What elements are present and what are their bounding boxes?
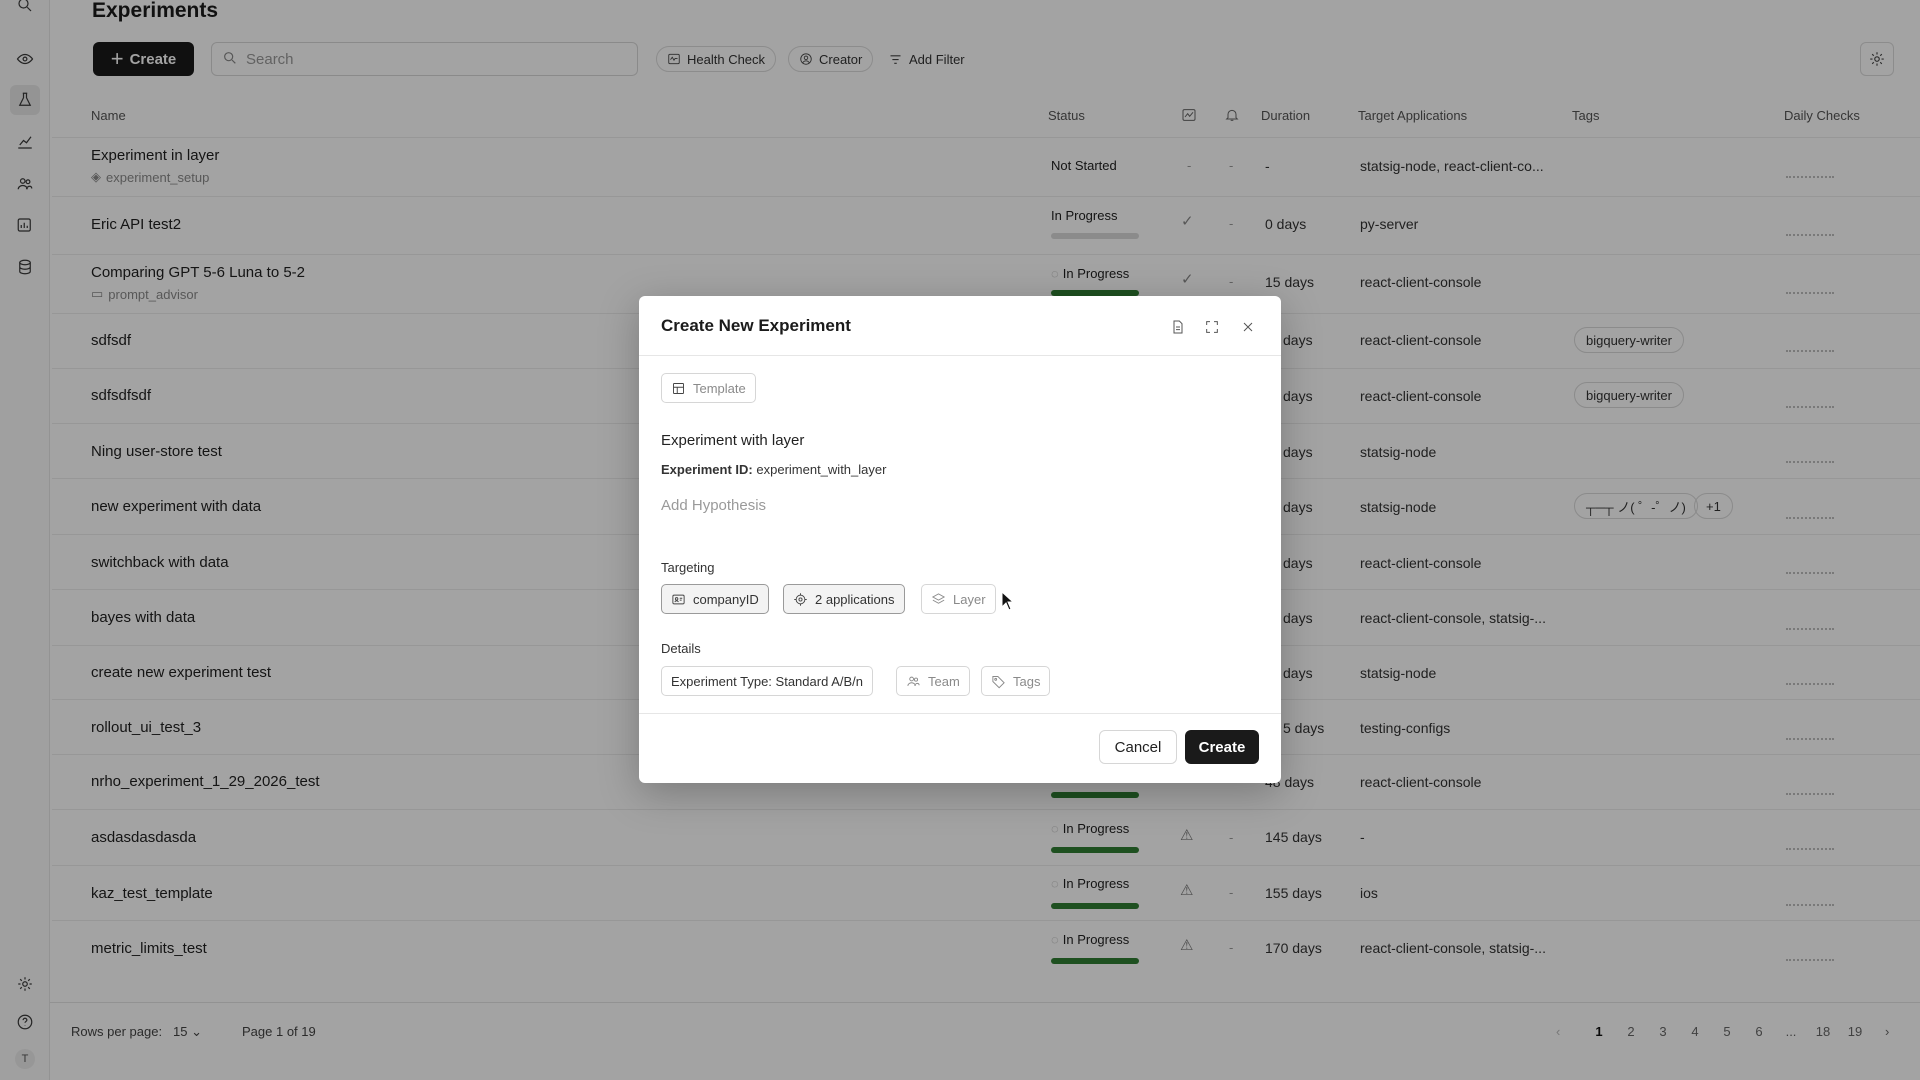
expand-icon[interactable] (1201, 316, 1223, 338)
tags-button[interactable]: Tags (981, 666, 1051, 696)
hypothesis-input[interactable]: Add Hypothesis (661, 497, 766, 514)
experiment-id: Experiment ID: experiment_with_layer (661, 462, 887, 477)
template-icon (673, 382, 684, 394)
template-button[interactable]: Template (661, 373, 756, 403)
experiment-type-button[interactable]: Experiment Type: Standard A/B/n (661, 666, 873, 696)
document-icon[interactable] (1167, 316, 1189, 338)
divider (639, 713, 1281, 714)
target-icon (794, 592, 807, 606)
unit-type-button[interactable]: companyID (661, 584, 769, 614)
layers-icon (931, 592, 946, 604)
id-card-icon (672, 594, 685, 604)
details-label: Details (661, 641, 701, 656)
create-button[interactable]: Create (1185, 730, 1259, 764)
targeting-label: Targeting (661, 560, 715, 575)
team-icon (907, 676, 920, 686)
applications-button[interactable]: 2 applications (783, 584, 905, 614)
modal-title: Create New Experiment (661, 316, 851, 335)
experiment-name[interactable]: Experiment with layer (661, 432, 804, 449)
create-experiment-modal: Create New Experiment Template Experimen… (639, 296, 1281, 783)
close-icon[interactable] (1237, 316, 1259, 338)
team-button[interactable]: Team (896, 666, 970, 696)
tag-icon (992, 675, 1005, 688)
divider (639, 355, 1281, 356)
cancel-button[interactable]: Cancel (1099, 730, 1177, 764)
layer-button[interactable]: Layer (921, 584, 996, 614)
mouse-cursor-icon (1001, 590, 1015, 614)
